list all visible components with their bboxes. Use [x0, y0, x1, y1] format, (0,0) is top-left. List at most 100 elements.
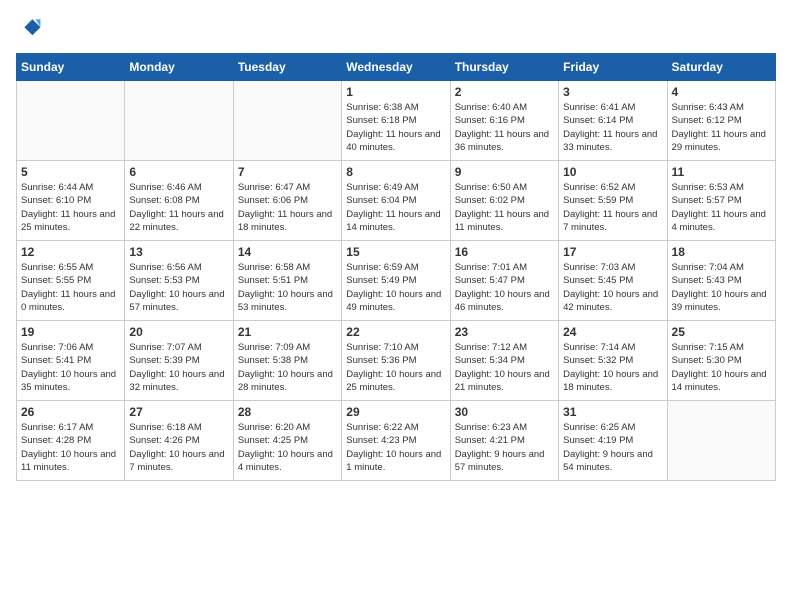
- day-number: 4: [672, 85, 771, 99]
- calendar-cell: 6 Sunrise: 6:46 AM Sunset: 6:08 PM Daylig…: [125, 161, 233, 241]
- day-number: 26: [21, 405, 120, 419]
- calendar-cell: 30 Sunrise: 6:23 AM Sunset: 4:21 PM Dayli…: [450, 401, 558, 481]
- calendar-cell: [125, 81, 233, 161]
- day-number: 20: [129, 325, 228, 339]
- weekday-header: Saturday: [667, 54, 775, 81]
- calendar-cell: [233, 81, 341, 161]
- day-info: Sunrise: 6:38 AM Sunset: 6:18 PM Dayligh…: [346, 101, 445, 154]
- calendar-cell: 28 Sunrise: 6:20 AM Sunset: 4:25 PM Dayli…: [233, 401, 341, 481]
- day-number: 1: [346, 85, 445, 99]
- day-info: Sunrise: 6:53 AM Sunset: 5:57 PM Dayligh…: [672, 181, 771, 234]
- day-info: Sunrise: 7:07 AM Sunset: 5:39 PM Dayligh…: [129, 341, 228, 394]
- day-info: Sunrise: 7:14 AM Sunset: 5:32 PM Dayligh…: [563, 341, 662, 394]
- day-info: Sunrise: 7:15 AM Sunset: 5:30 PM Dayligh…: [672, 341, 771, 394]
- calendar-cell: [667, 401, 775, 481]
- day-number: 6: [129, 165, 228, 179]
- calendar-cell: 22 Sunrise: 7:10 AM Sunset: 5:36 PM Dayli…: [342, 321, 450, 401]
- day-info: Sunrise: 6:55 AM Sunset: 5:55 PM Dayligh…: [21, 261, 120, 314]
- day-number: 13: [129, 245, 228, 259]
- day-number: 22: [346, 325, 445, 339]
- day-number: 31: [563, 405, 662, 419]
- day-number: 15: [346, 245, 445, 259]
- calendar-cell: 20 Sunrise: 7:07 AM Sunset: 5:39 PM Dayli…: [125, 321, 233, 401]
- calendar-cell: 16 Sunrise: 7:01 AM Sunset: 5:47 PM Dayli…: [450, 241, 558, 321]
- calendar-cell: 10Sunrise: 6:52 AM Sunset: 5:59 PM Dayli…: [559, 161, 667, 241]
- day-info: Sunrise: 6:40 AM Sunset: 6:16 PM Dayligh…: [455, 101, 554, 154]
- calendar-cell: 9 Sunrise: 6:50 AM Sunset: 6:02 PM Daylig…: [450, 161, 558, 241]
- day-info: Sunrise: 6:22 AM Sunset: 4:23 PM Dayligh…: [346, 421, 445, 474]
- calendar-cell: 13 Sunrise: 6:56 AM Sunset: 5:53 PM Dayli…: [125, 241, 233, 321]
- calendar-cell: 4 Sunrise: 6:43 AM Sunset: 6:12 PM Daylig…: [667, 81, 775, 161]
- day-info: Sunrise: 6:17 AM Sunset: 4:28 PM Dayligh…: [21, 421, 120, 474]
- calendar-cell: 25 Sunrise: 7:15 AM Sunset: 5:30 PM Dayli…: [667, 321, 775, 401]
- day-number: 29: [346, 405, 445, 419]
- calendar-cell: 26 Sunrise: 6:17 AM Sunset: 4:28 PM Dayli…: [17, 401, 125, 481]
- day-number: 14: [238, 245, 337, 259]
- day-number: 8: [346, 165, 445, 179]
- day-info: Sunrise: 7:04 AM Sunset: 5:43 PM Dayligh…: [672, 261, 771, 314]
- day-number: 2: [455, 85, 554, 99]
- day-number: 28: [238, 405, 337, 419]
- day-info: Sunrise: 7:03 AM Sunset: 5:45 PM Dayligh…: [563, 261, 662, 314]
- day-info: Sunrise: 6:20 AM Sunset: 4:25 PM Dayligh…: [238, 421, 337, 474]
- day-info: Sunrise: 6:56 AM Sunset: 5:53 PM Dayligh…: [129, 261, 228, 314]
- calendar-cell: 31Sunrise: 6:25 AM Sunset: 4:19 PM Dayli…: [559, 401, 667, 481]
- day-number: 18: [672, 245, 771, 259]
- day-number: 19: [21, 325, 120, 339]
- day-number: 5: [21, 165, 120, 179]
- day-number: 16: [455, 245, 554, 259]
- calendar-cell: 7 Sunrise: 6:47 AM Sunset: 6:06 PM Daylig…: [233, 161, 341, 241]
- day-number: 27: [129, 405, 228, 419]
- calendar-week-row: 5 Sunrise: 6:44 AM Sunset: 6:10 PM Daylig…: [17, 161, 776, 241]
- weekday-header: Monday: [125, 54, 233, 81]
- calendar-cell: 2 Sunrise: 6:40 AM Sunset: 6:16 PM Daylig…: [450, 81, 558, 161]
- calendar-week-row: 26 Sunrise: 6:17 AM Sunset: 4:28 PM Dayli…: [17, 401, 776, 481]
- weekday-header: Friday: [559, 54, 667, 81]
- day-info: Sunrise: 7:06 AM Sunset: 5:41 PM Dayligh…: [21, 341, 120, 394]
- calendar-cell: 8 Sunrise: 6:49 AM Sunset: 6:04 PM Daylig…: [342, 161, 450, 241]
- day-number: 10: [563, 165, 662, 179]
- day-info: Sunrise: 6:50 AM Sunset: 6:02 PM Dayligh…: [455, 181, 554, 234]
- page-header: [16, 16, 776, 45]
- day-info: Sunrise: 6:41 AM Sunset: 6:14 PM Dayligh…: [563, 101, 662, 154]
- calendar-cell: 24 Sunrise: 7:14 AM Sunset: 5:32 PM Dayli…: [559, 321, 667, 401]
- calendar-cell: 11 Sunrise: 6:53 AM Sunset: 5:57 PM Dayli…: [667, 161, 775, 241]
- day-number: 17: [563, 245, 662, 259]
- day-info: Sunrise: 6:18 AM Sunset: 4:26 PM Dayligh…: [129, 421, 228, 474]
- calendar-cell: 3 Sunrise: 6:41 AM Sunset: 6:14 PM Daylig…: [559, 81, 667, 161]
- calendar-header-row: SundayMondayTuesdayWednesdayThursdayFrid…: [17, 54, 776, 81]
- calendar-week-row: 12Sunrise: 6:55 AM Sunset: 5:55 PM Dayli…: [17, 241, 776, 321]
- day-number: 25: [672, 325, 771, 339]
- calendar-cell: 5 Sunrise: 6:44 AM Sunset: 6:10 PM Daylig…: [17, 161, 125, 241]
- day-number: 7: [238, 165, 337, 179]
- calendar-cell: 21Sunrise: 7:09 AM Sunset: 5:38 PM Dayli…: [233, 321, 341, 401]
- logo: [16, 16, 42, 45]
- weekday-header: Tuesday: [233, 54, 341, 81]
- calendar-week-row: 1 Sunrise: 6:38 AM Sunset: 6:18 PM Daylig…: [17, 81, 776, 161]
- day-info: Sunrise: 7:10 AM Sunset: 5:36 PM Dayligh…: [346, 341, 445, 394]
- weekday-header: Thursday: [450, 54, 558, 81]
- day-info: Sunrise: 6:44 AM Sunset: 6:10 PM Dayligh…: [21, 181, 120, 234]
- day-info: Sunrise: 6:23 AM Sunset: 4:21 PM Dayligh…: [455, 421, 554, 474]
- day-info: Sunrise: 6:47 AM Sunset: 6:06 PM Dayligh…: [238, 181, 337, 234]
- logo-icon: [18, 16, 42, 40]
- day-info: Sunrise: 7:01 AM Sunset: 5:47 PM Dayligh…: [455, 261, 554, 314]
- calendar-cell: 18 Sunrise: 7:04 AM Sunset: 5:43 PM Dayli…: [667, 241, 775, 321]
- calendar-week-row: 19 Sunrise: 7:06 AM Sunset: 5:41 PM Dayli…: [17, 321, 776, 401]
- day-number: 24: [563, 325, 662, 339]
- calendar-table: SundayMondayTuesdayWednesdayThursdayFrid…: [16, 53, 776, 481]
- calendar-cell: 15Sunrise: 6:59 AM Sunset: 5:49 PM Dayli…: [342, 241, 450, 321]
- calendar-cell: [17, 81, 125, 161]
- calendar-cell: 29 Sunrise: 6:22 AM Sunset: 4:23 PM Dayli…: [342, 401, 450, 481]
- day-info: Sunrise: 6:43 AM Sunset: 6:12 PM Dayligh…: [672, 101, 771, 154]
- day-info: Sunrise: 6:49 AM Sunset: 6:04 PM Dayligh…: [346, 181, 445, 234]
- calendar-cell: 23Sunrise: 7:12 AM Sunset: 5:34 PM Dayli…: [450, 321, 558, 401]
- calendar-cell: 14Sunrise: 6:58 AM Sunset: 5:51 PM Dayli…: [233, 241, 341, 321]
- calendar-cell: 19 Sunrise: 7:06 AM Sunset: 5:41 PM Dayli…: [17, 321, 125, 401]
- day-number: 30: [455, 405, 554, 419]
- day-info: Sunrise: 6:46 AM Sunset: 6:08 PM Dayligh…: [129, 181, 228, 234]
- day-number: 3: [563, 85, 662, 99]
- day-info: Sunrise: 7:09 AM Sunset: 5:38 PM Dayligh…: [238, 341, 337, 394]
- day-number: 11: [672, 165, 771, 179]
- day-number: 9: [455, 165, 554, 179]
